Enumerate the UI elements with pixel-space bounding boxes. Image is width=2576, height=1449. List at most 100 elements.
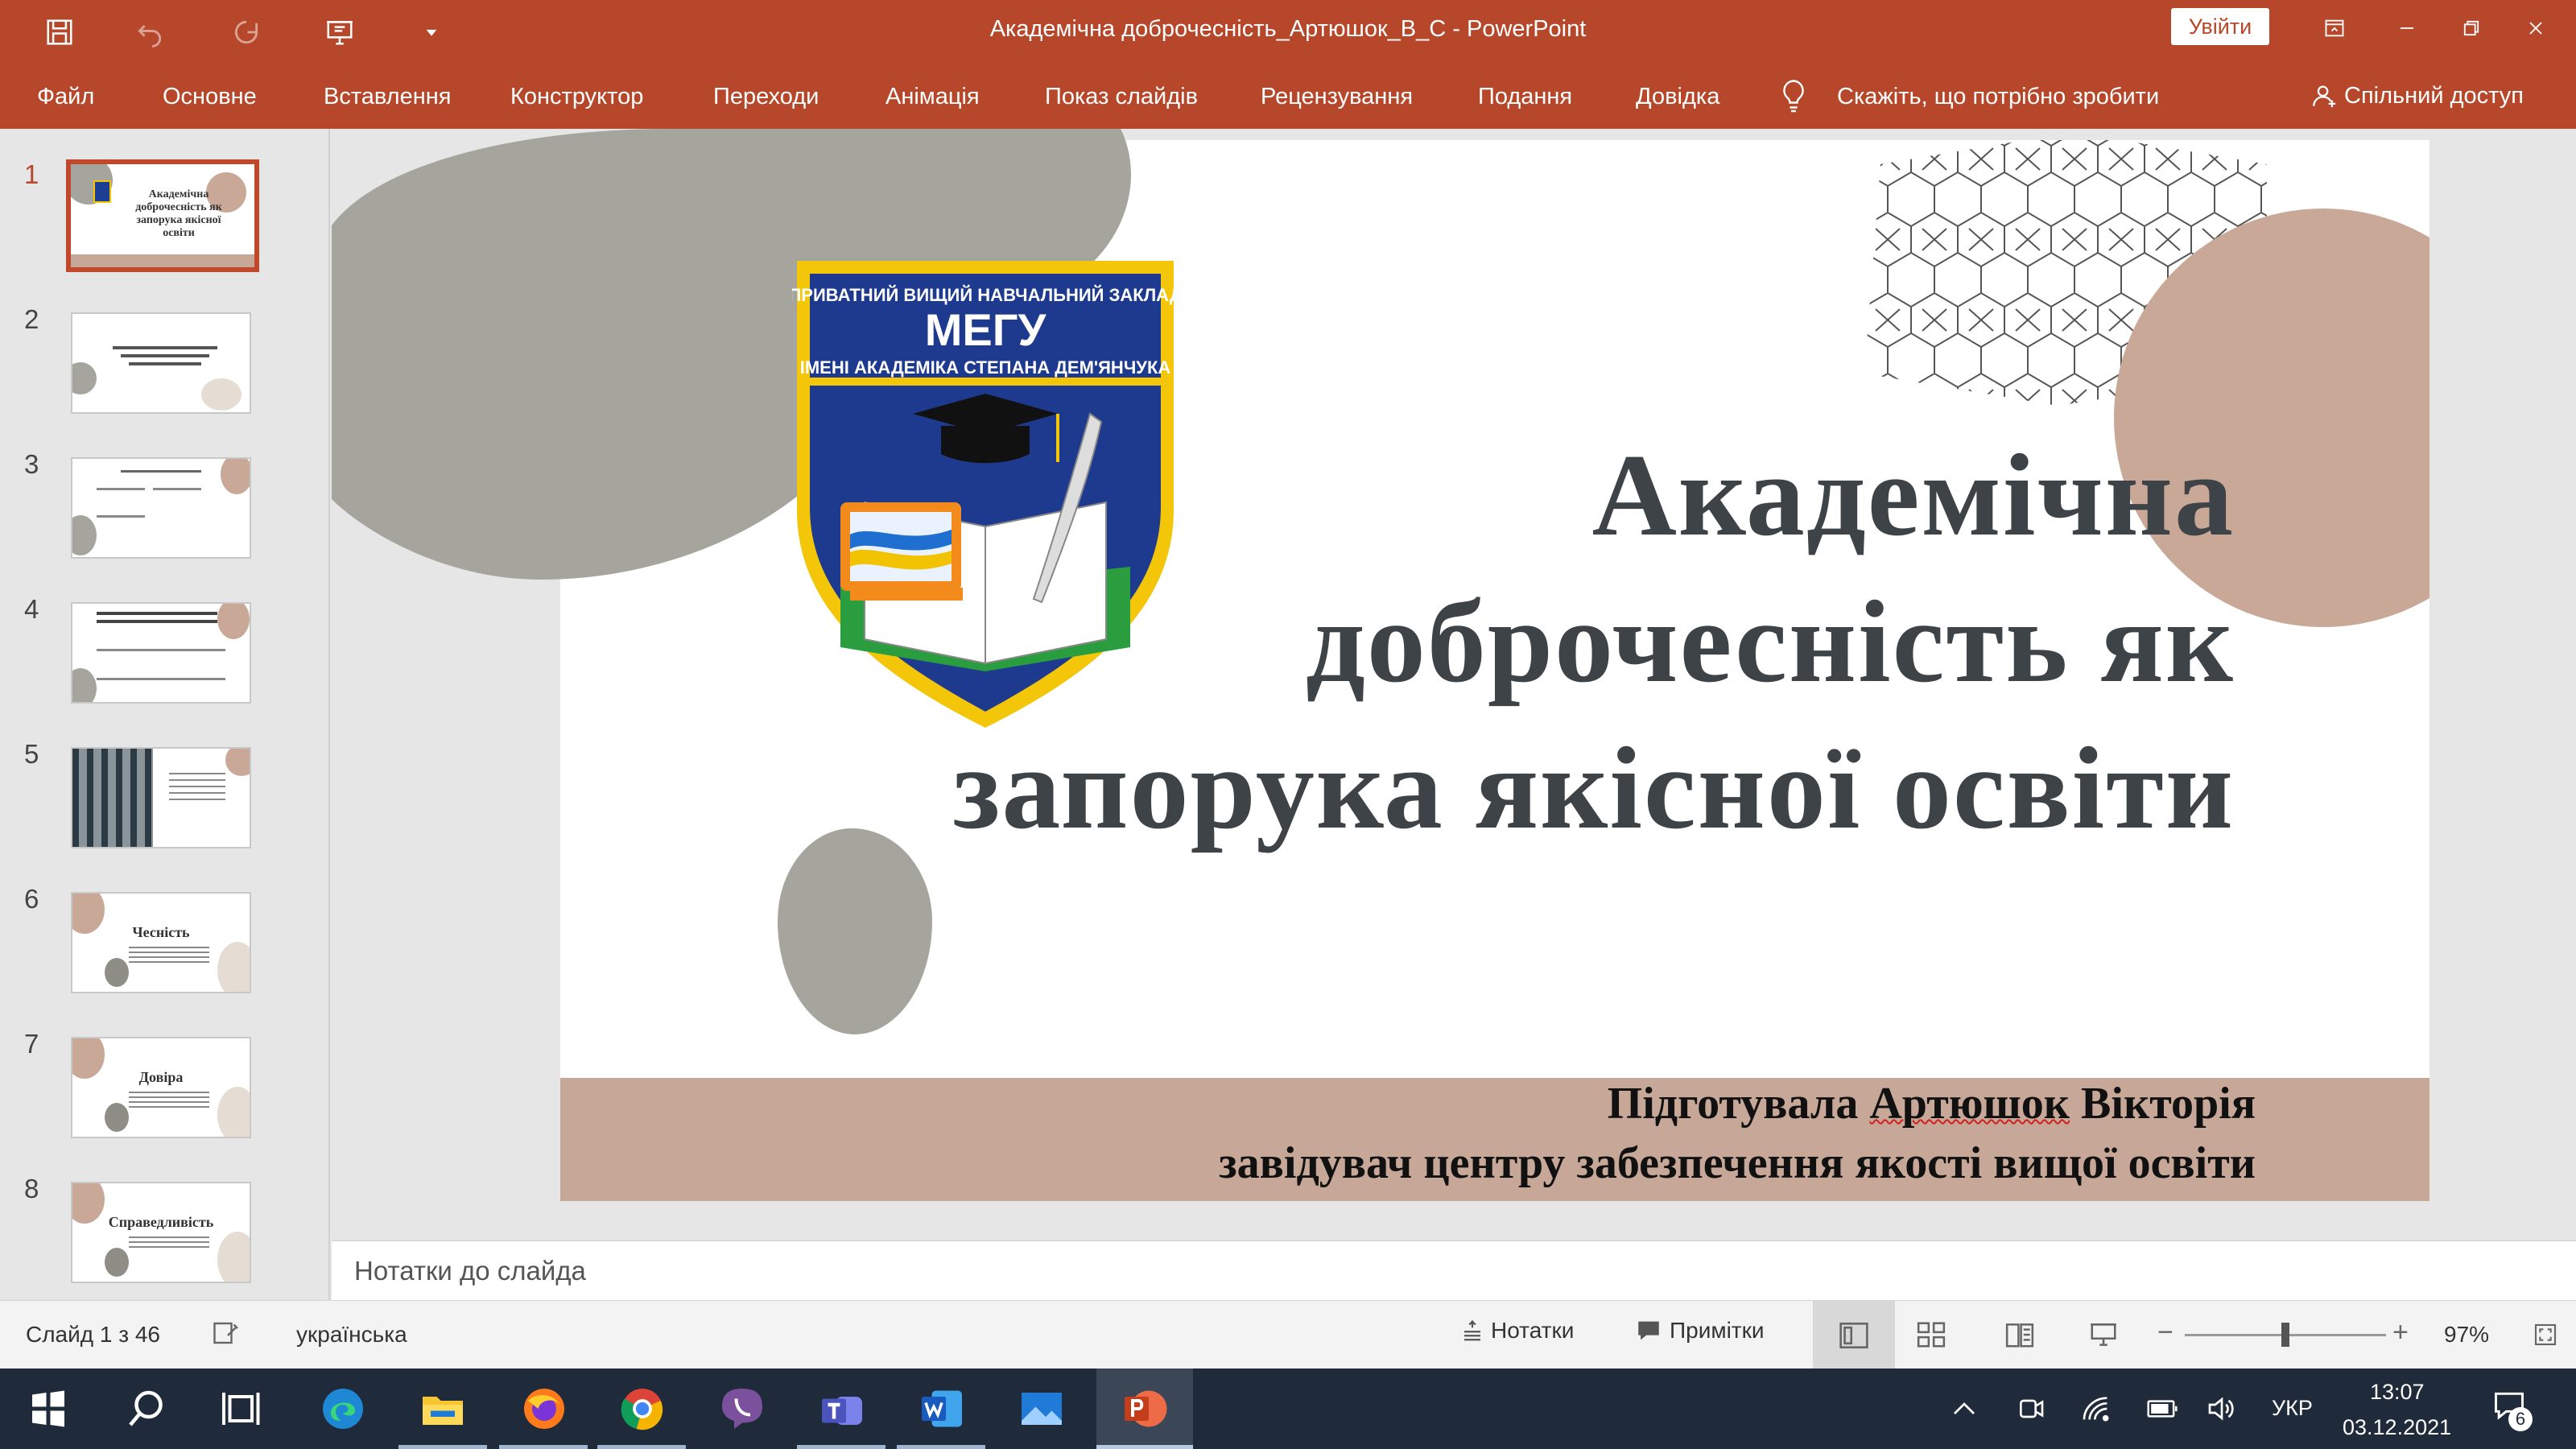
author-role[interactable]: завідувач центру забезпечення якості вищ… [1219,1137,2256,1189]
restore-icon[interactable] [2447,8,2496,48]
tab-design[interactable]: Конструктор [510,84,643,110]
logo-line-3: ІМЕНІ АКАДЕМІКА СТЕПАНА ДЕМ'ЯНЧУКА [800,357,1171,378]
zoom-out-button[interactable]: − [2157,1317,2174,1348]
slideshow-icon [2091,1323,2116,1346]
author-band: Підготувала Артюшок Вікторія завідувач ц… [560,1078,2429,1201]
sign-in-button[interactable]: Увійти [2171,8,2269,45]
tell-me-search[interactable]: Скажіть, що потрібно зробити [1837,84,2159,110]
thumb-title: Довіра [138,1069,184,1085]
tab-home[interactable]: Основне [163,84,257,110]
thumbnail-slide-8[interactable]: Справедливість [71,1182,251,1283]
zoom-slider[interactable] [2185,1323,2386,1347]
thumbnail-slide-6[interactable]: Чесність [71,892,251,993]
teams-icon[interactable] [813,1380,871,1438]
edge-browser-icon[interactable] [314,1380,372,1438]
powerpoint-icon [1116,1380,1174,1438]
share-label: Спільний доступ [2344,82,2524,109]
title-bar: Академічна доброчесність_Артюшок_В_С - P… [0,0,2576,64]
zoom-in-button[interactable]: + [2392,1317,2409,1348]
language-indicator[interactable]: українська [296,1322,407,1348]
close-icon[interactable] [2512,8,2560,48]
slide-title[interactable]: Академічна доброчесність як запорука які… [560,422,2235,861]
firefox-icon[interactable] [515,1380,573,1438]
notification-center[interactable]: 6 [2491,1388,2534,1431]
thumb-number: 7 [24,1029,39,1059]
thumbnail-slide-3[interactable] [71,457,251,559]
view-reading-button[interactable] [2004,1320,2035,1355]
thumb-number: 4 [24,594,39,624]
thumb-number: 2 [24,304,39,334]
thumbnail-slide-5[interactable] [71,747,251,848]
fit-to-window-icon[interactable] [2533,1322,2558,1348]
slide-editor: ПРИВАТНИЙ ВИЩИЙ НАВЧАЛЬНИЙ ЗАКЛАД МЕГУ І… [332,129,2576,1240]
status-bar: Слайд 1 з 46 українська Нотатки Примітки… [0,1300,2576,1369]
windows-start-icon[interactable] [19,1380,77,1438]
person-icon [2313,85,2336,108]
zoom-slider-thumb[interactable] [2281,1323,2289,1347]
chrome-icon[interactable] [613,1380,671,1438]
tab-transitions[interactable]: Переходи [713,84,819,110]
view-sorter-button[interactable] [1916,1320,1946,1355]
view-normal-button[interactable] [1813,1301,1895,1369]
comment-icon [1638,1321,1659,1340]
camera-icon[interactable] [2014,1393,2046,1425]
slide-sorter-icon [1917,1322,1946,1348]
thumb-number: 3 [24,449,39,479]
notes-pane[interactable]: Нотатки до слайда [332,1240,2576,1300]
tab-review[interactable]: Рецензування [1261,84,1413,110]
powerpoint-taskbar-button[interactable] [1096,1368,1193,1449]
normal-view-icon [1839,1322,1868,1348]
logo-line-2: МЕГУ [925,304,1047,355]
tab-insert[interactable]: Вставлення [324,84,451,110]
comments-toggle[interactable]: Примітки [1634,1317,1765,1344]
reading-view-icon [2005,1323,2034,1348]
running-indicator [398,1445,487,1449]
thumbnail-slide-7[interactable]: Довіра [71,1037,251,1138]
volume-icon[interactable] [2206,1393,2238,1425]
ribbon-tabs: Файл Основне Вставлення Конструктор Пере… [0,64,2576,129]
view-slideshow-button[interactable] [2088,1320,2119,1355]
thumbnail-slide-2[interactable] [71,312,251,414]
search-icon[interactable] [118,1380,175,1438]
author-name: Вікторія [2070,1079,2256,1129]
author-surname: Артюшок [1869,1079,2070,1129]
thumb-number: 6 [24,884,39,914]
viber-icon[interactable] [713,1380,771,1438]
minimize-icon[interactable] [2383,8,2431,48]
input-language[interactable]: УКР [2272,1396,2313,1421]
wifi-icon[interactable] [2080,1393,2112,1425]
task-view-icon[interactable] [211,1380,269,1438]
notes-toggle[interactable]: Нотатки [1460,1317,1574,1344]
notification-count: 6 [2508,1407,2533,1431]
show-hidden-icons-chevron-icon[interactable] [1950,1397,1979,1420]
thumb-number: 5 [24,739,39,769]
lightbulb-icon [1783,80,1804,113]
file-explorer-icon[interactable] [414,1380,472,1438]
ribbon-display-options-icon[interactable] [2310,8,2359,48]
clock-date[interactable]: 03.12.2021 [2343,1415,2451,1440]
photos-icon[interactable] [1013,1380,1071,1438]
tab-slideshow[interactable]: Показ слайдів [1045,84,1198,110]
author-prefix: Підготувала [1607,1079,1870,1129]
comments-label: Примітки [1670,1318,1765,1343]
tab-animations[interactable]: Анімація [886,84,980,110]
notes-label: Нотатки [1491,1318,1575,1343]
word-icon[interactable] [913,1380,971,1438]
running-indicator [897,1445,985,1449]
tab-help[interactable]: Довідка [1636,84,1719,110]
battery-icon[interactable] [2145,1393,2180,1425]
notes-icon [1464,1320,1480,1341]
thumb-title: Академічна доброчесність як запорука які… [135,188,222,239]
share-button[interactable]: Спільний доступ [2310,82,2524,109]
tab-file[interactable]: Файл [37,84,94,110]
zoom-level[interactable]: 97% [2444,1322,2489,1348]
author-line[interactable]: Підготувала Артюшок Вікторія [1608,1078,2256,1129]
spelling-check-icon[interactable] [211,1319,240,1348]
tab-view[interactable]: Подання [1478,84,1572,110]
running-indicator [797,1445,886,1449]
thumbnail-slide-1[interactable]: Академічна доброчесність як запорука які… [66,159,259,272]
clock-time[interactable]: 13:07 [2370,1380,2425,1405]
thumb-number: 1 [24,159,39,189]
thumbnail-slide-4[interactable] [71,602,251,704]
slide-canvas[interactable]: ПРИВАТНИЙ ВИЩИЙ НАВЧАЛЬНИЙ ЗАКЛАД МЕГУ І… [560,140,2429,1201]
